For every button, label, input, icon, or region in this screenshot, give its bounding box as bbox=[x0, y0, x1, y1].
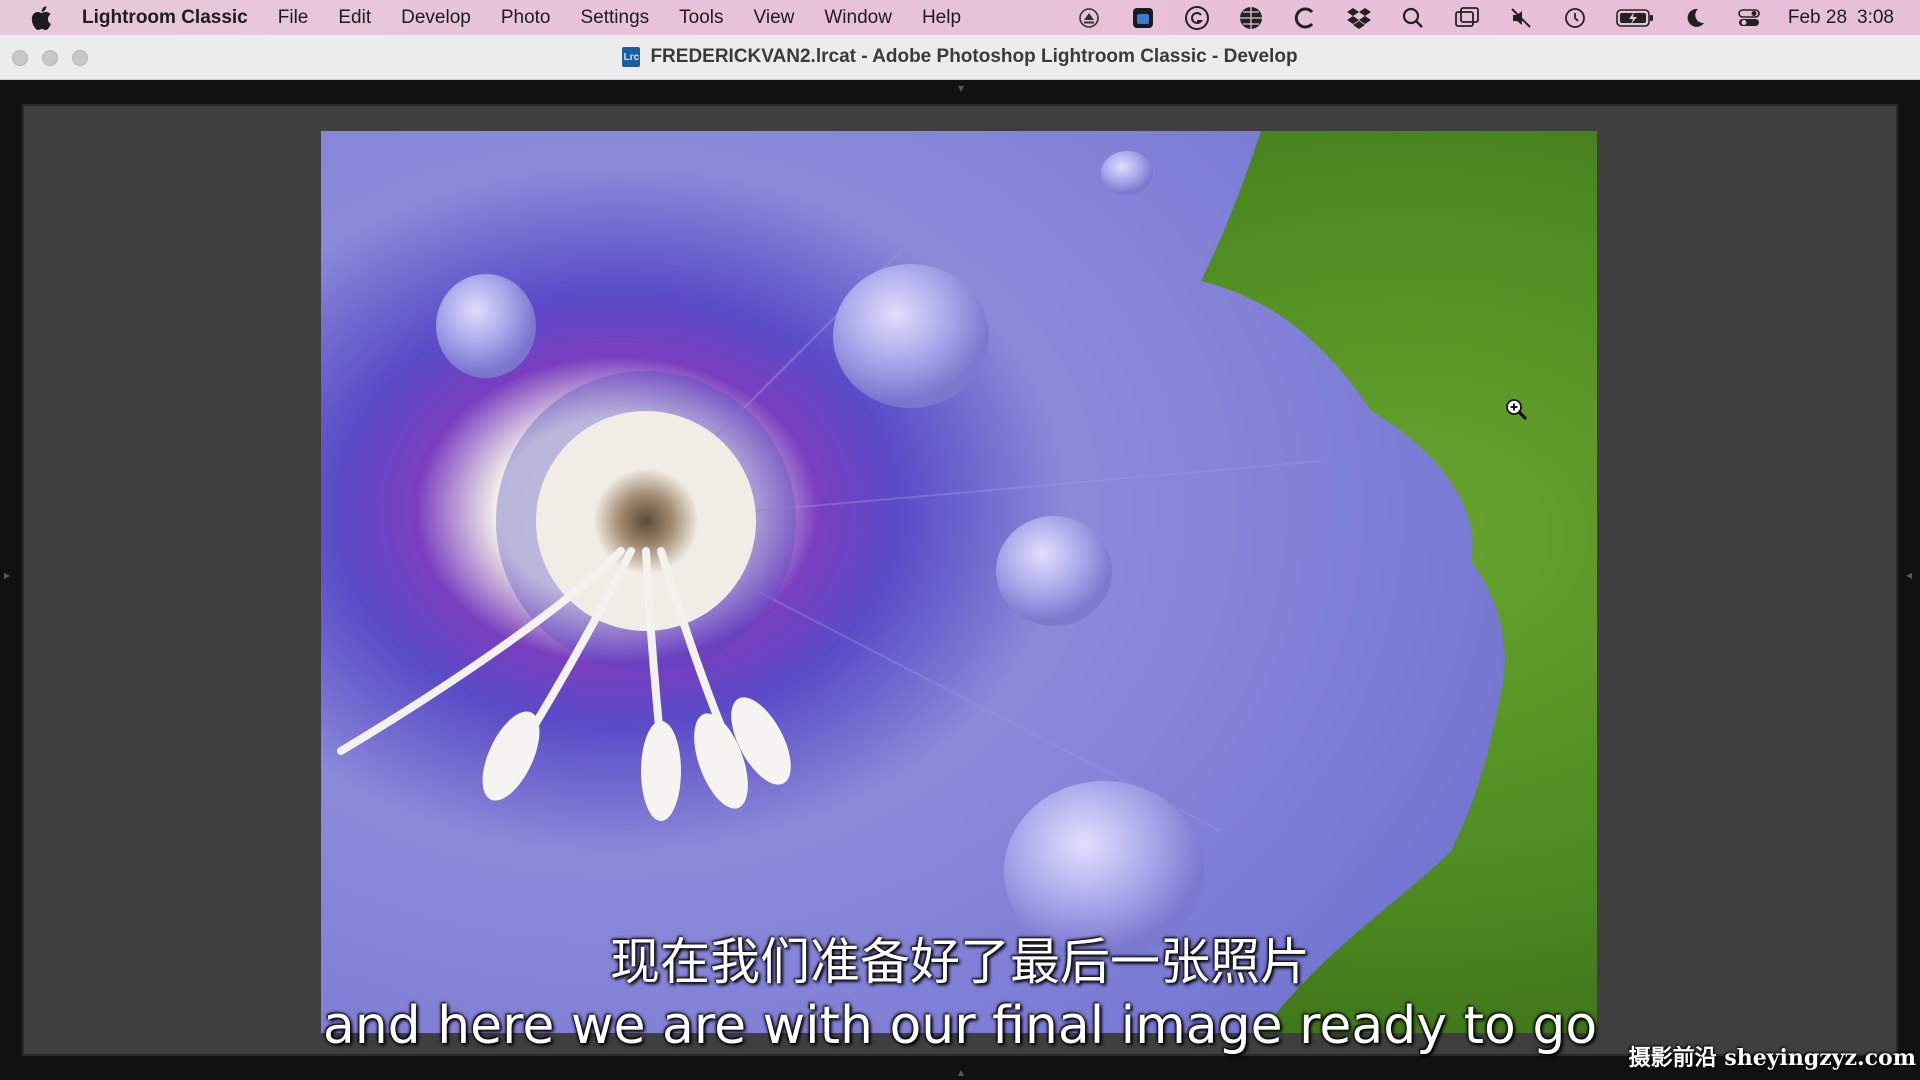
menu-photo[interactable]: Photo bbox=[486, 0, 566, 35]
screen-mirroring-icon[interactable] bbox=[1453, 4, 1481, 32]
status-area: Feb 28 3:08 bbox=[1062, 0, 1920, 35]
right-panel-toggle[interactable]: ◂ bbox=[1906, 568, 1916, 592]
menu-help[interactable]: Help bbox=[907, 0, 976, 35]
mute-icon[interactable] bbox=[1507, 4, 1535, 32]
vpn-globe-icon[interactable] bbox=[1237, 4, 1265, 32]
apple-icon[interactable] bbox=[28, 5, 54, 31]
menu-view[interactable]: View bbox=[739, 0, 810, 35]
window-titlebar[interactable]: Lrc FREDERICKVAN2.lrcat - Adobe Photosho… bbox=[0, 35, 1920, 80]
focus-moon-icon[interactable] bbox=[1681, 4, 1709, 32]
menu-window[interactable]: Window bbox=[809, 0, 907, 35]
eject-icon[interactable] bbox=[1075, 4, 1103, 32]
zoom-cursor-icon bbox=[1504, 397, 1530, 423]
bottom-panel-toggle[interactable]: ▴ bbox=[950, 1066, 972, 1078]
menu-app-name[interactable]: Lightroom Classic bbox=[78, 0, 263, 35]
battery-icon bbox=[1615, 4, 1655, 32]
zoom-button[interactable] bbox=[72, 50, 88, 66]
menu-bar: Lightroom Classic File Edit Develop Phot… bbox=[0, 0, 1920, 35]
menubar-time: 3:08 bbox=[1857, 6, 1894, 28]
menu: Lightroom Classic File Edit Develop Phot… bbox=[78, 0, 976, 35]
menubar-date: Feb 28 bbox=[1787, 6, 1848, 28]
spotlight-search-icon[interactable] bbox=[1399, 4, 1427, 32]
photo-preview[interactable] bbox=[321, 131, 1597, 1033]
time-machine-icon[interactable] bbox=[1561, 4, 1589, 32]
menu-file[interactable]: File bbox=[263, 0, 324, 35]
menu-edit[interactable]: Edit bbox=[323, 0, 386, 35]
left-panel-toggle[interactable]: ▸ bbox=[4, 568, 14, 592]
app-icon[interactable] bbox=[1129, 4, 1157, 32]
window-title-text: FREDERICKVAN2.lrcat - Adobe Photoshop Li… bbox=[650, 46, 1298, 67]
c-app-icon[interactable] bbox=[1291, 4, 1319, 32]
dropbox-icon[interactable] bbox=[1345, 4, 1373, 32]
watermark-text: 摄影前沿 sheyingzyz.com bbox=[1628, 1045, 1916, 1071]
minimize-button[interactable] bbox=[42, 50, 58, 66]
top-panel-toggle[interactable]: ▾ bbox=[950, 82, 972, 94]
menu-develop[interactable]: Develop bbox=[386, 0, 486, 35]
window-controls bbox=[12, 50, 88, 66]
control-center-icon[interactable] bbox=[1735, 4, 1763, 32]
catalog-file-icon: Lrc bbox=[622, 47, 641, 67]
menubar-clock[interactable]: Feb 28 3:08 bbox=[1788, 7, 1894, 29]
grammarly-icon[interactable] bbox=[1183, 4, 1211, 32]
subtitle-chinese: 现在我们准备好了最后一张照片 bbox=[610, 933, 1310, 991]
window-title: Lrc FREDERICKVAN2.lrcat - Adobe Photosho… bbox=[622, 46, 1298, 68]
menu-tools[interactable]: Tools bbox=[664, 0, 738, 35]
menu-settings[interactable]: Settings bbox=[566, 0, 665, 35]
close-button[interactable] bbox=[12, 50, 28, 66]
